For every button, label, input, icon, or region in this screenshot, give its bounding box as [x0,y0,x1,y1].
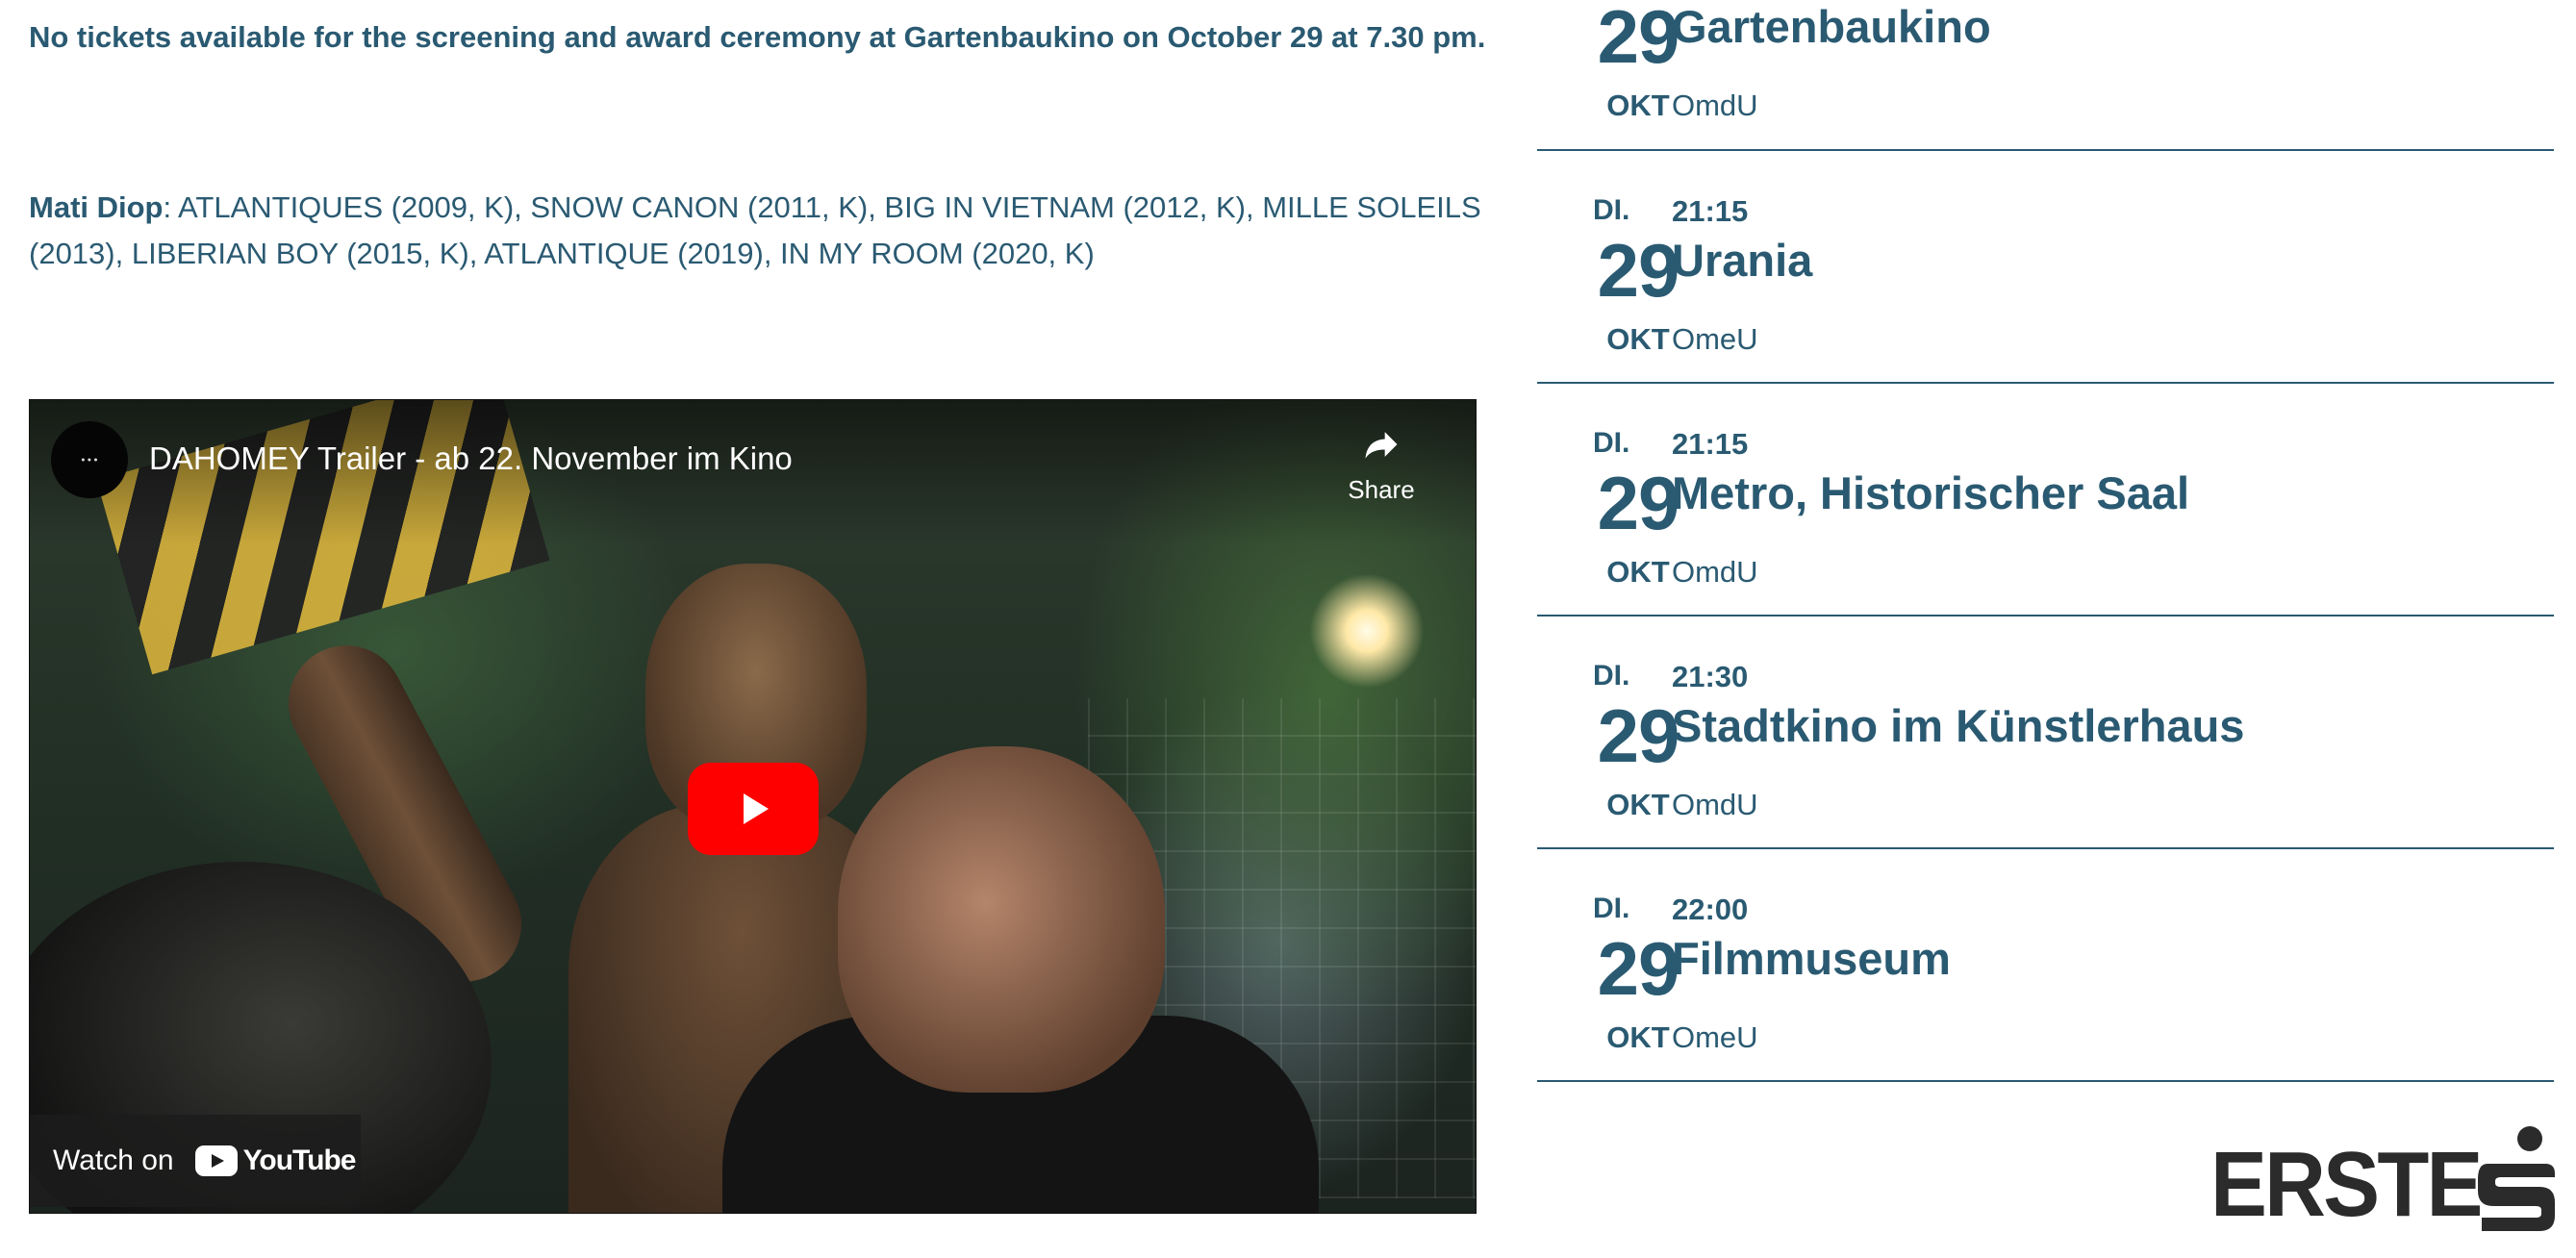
share-button[interactable]: Share [1338,423,1425,505]
screening-time: 21:15 [1672,194,1749,228]
screening-item[interactable]: 29 Gartenbaukino OKT OmdU [1537,0,2554,151]
screening-time: 22:00 [1672,893,1749,926]
screening-venue[interactable]: Stadtkino im Künstlerhaus [1672,699,2244,752]
screening-item[interactable]: DI. 21:15 29 Urania OKT OmeU [1537,151,2554,384]
screening-version: OmdU [1672,788,1758,821]
screening-venue[interactable]: Urania [1672,234,1812,287]
watch-on-youtube-button[interactable]: Watch on YouTube [30,1115,361,1207]
screening-item[interactable]: DI. 22:00 29 Filmmuseum OKT OmeU [1537,849,2554,1082]
youtube-logo-icon [194,1145,238,1176]
play-button[interactable] [688,763,819,855]
ticket-notice: No tickets available for the screening a… [29,20,1486,54]
erste-wordmark: ERSTE [2210,1133,2483,1236]
video-title[interactable]: DAHOMEY Trailer - ab 22. November im Kin… [149,440,793,477]
channel-avatar-icon[interactable]: ● ● ● [51,421,128,498]
screening-venue[interactable]: Gartenbaukino [1672,0,1991,53]
youtube-video-embed[interactable]: ● ● ● DAHOMEY Trailer - ab 22. November … [29,399,1477,1214]
screening-time: 21:30 [1672,660,1749,693]
youtube-wordmark: YouTube [242,1145,357,1176]
share-arrow-icon [1365,432,1398,459]
share-label: Share [1348,475,1415,504]
screening-version: OmeU [1672,1020,1758,1054]
screening-version: OmdU [1672,88,1758,122]
youtube-play-icon [744,793,769,824]
filmography-list: : ATLANTIQUES (2009, K), SNOW CANON (201… [29,190,1481,270]
erste-s-logo-icon [2478,1126,2555,1231]
director-filmography: Mati Diop: ATLANTIQUES (2009, K), SNOW C… [29,185,1481,277]
screening-version: OmeU [1672,322,1758,356]
screening-time: 21:15 [1672,427,1749,461]
screening-item[interactable]: DI. 21:30 29 Stadtkino im Künstlerhaus O… [1537,616,2554,849]
erste-logo[interactable]: ERSTE [2210,1125,2557,1231]
screening-version: OmdU [1672,555,1758,589]
page: No tickets available for the screening a… [0,0,2576,1258]
director-name[interactable]: Mati Diop [29,190,164,224]
youtube-logo: YouTube [194,1145,357,1177]
screening-item[interactable]: DI. 21:15 29 Metro, Historischer Saal OK… [1537,384,2554,616]
screening-venue[interactable]: Filmmuseum [1672,932,1951,985]
watch-on-label: Watch on [53,1145,174,1176]
screening-venue[interactable]: Metro, Historischer Saal [1672,466,2189,519]
